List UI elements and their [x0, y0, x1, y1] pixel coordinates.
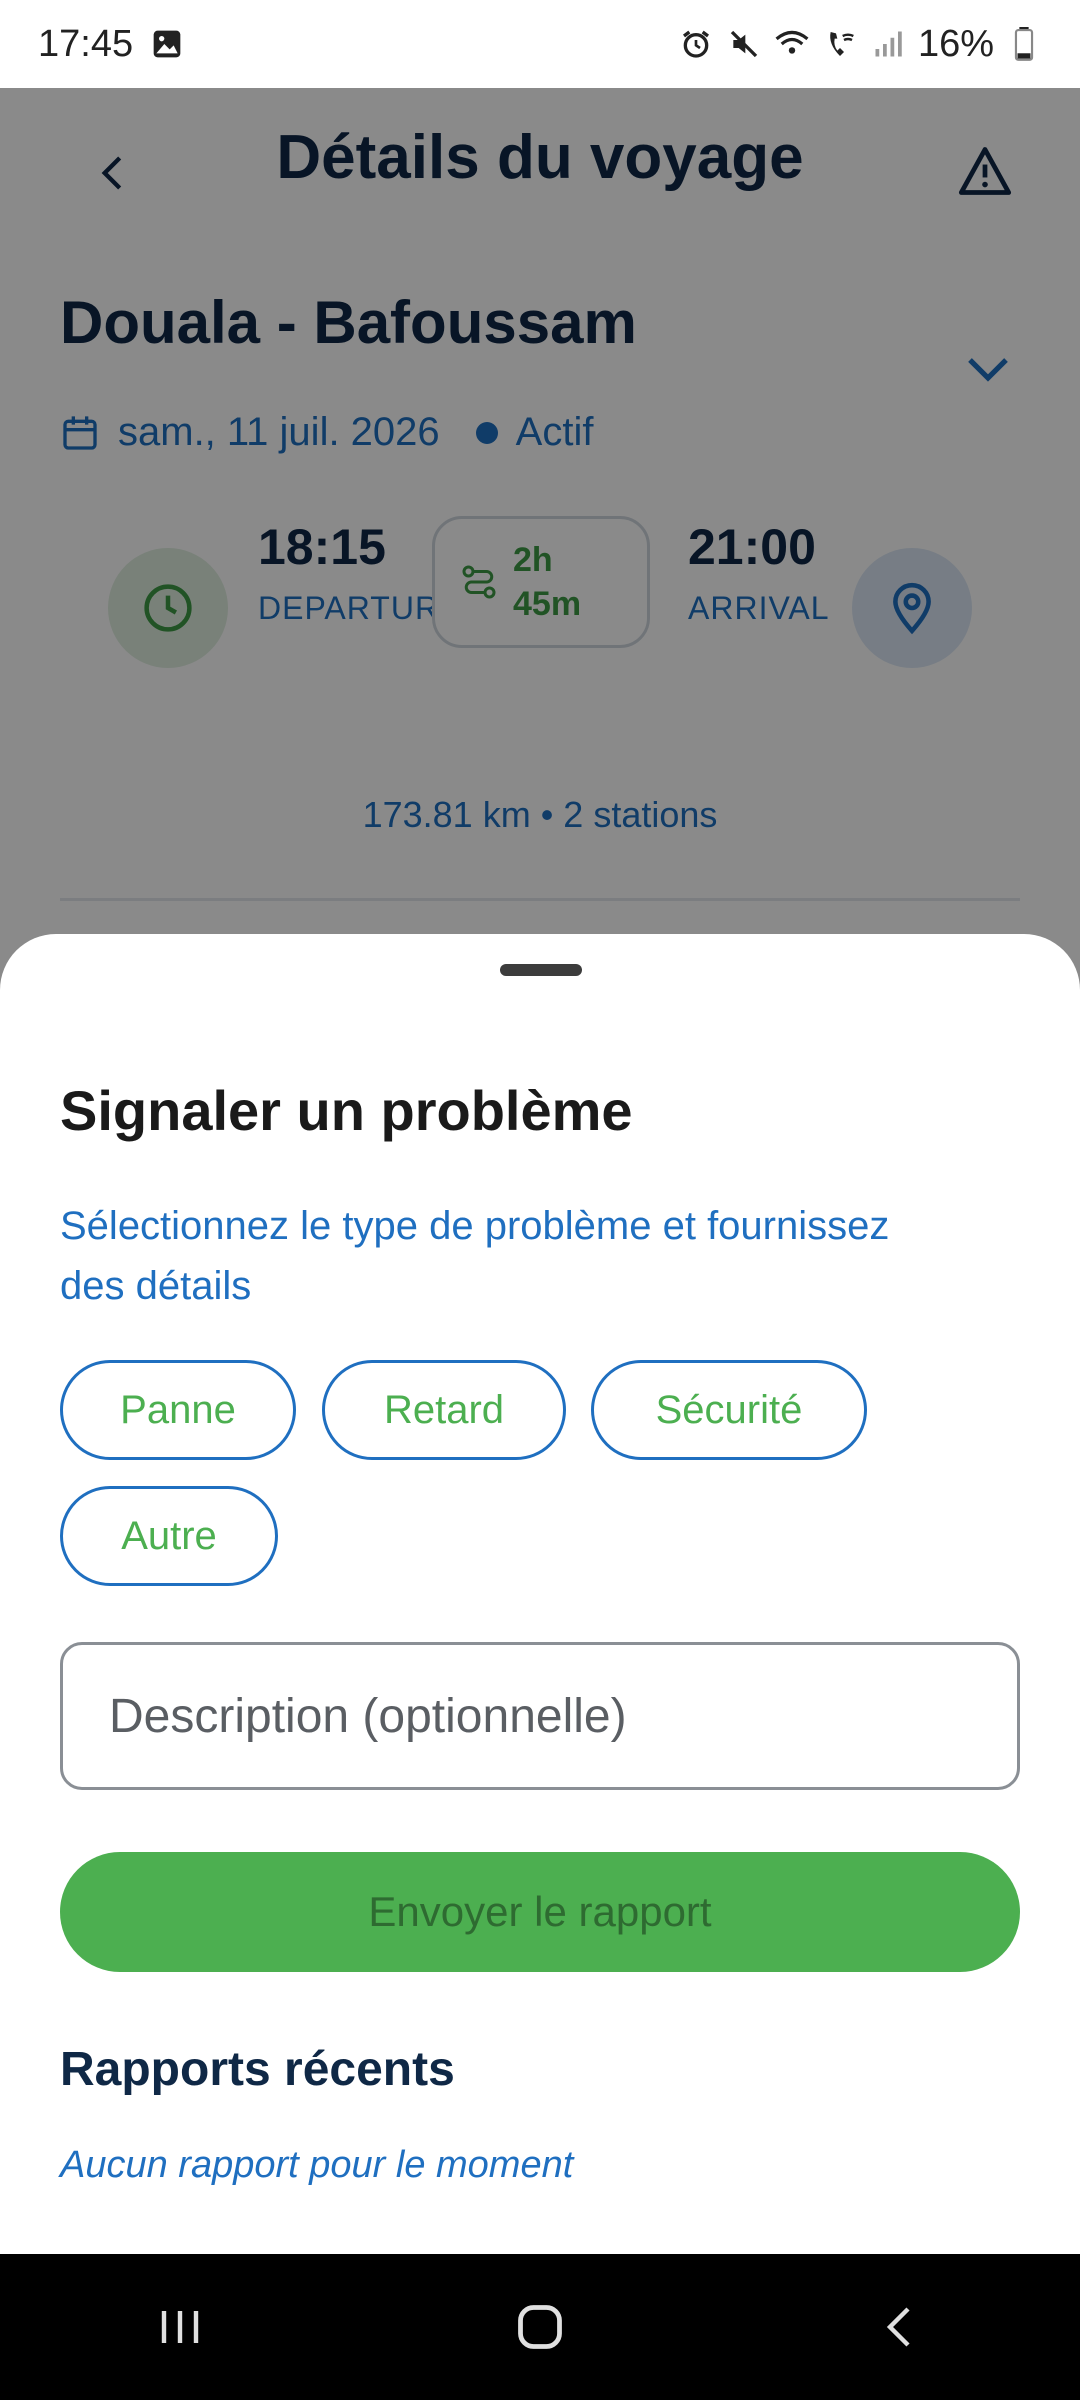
battery-icon: [1006, 26, 1042, 62]
status-left: 17:45: [38, 23, 185, 66]
chip-autre[interactable]: Autre: [60, 1486, 278, 1586]
chip-securite[interactable]: Sécurité: [591, 1360, 867, 1460]
wifi-icon: [774, 26, 810, 62]
status-right: 16%: [678, 23, 1042, 66]
sheet-subtitle: Sélectionnez le type de problème et four…: [60, 1204, 890, 1308]
gallery-notification-icon: [149, 26, 185, 62]
mute-icon: [726, 26, 762, 62]
send-report-button[interactable]: Envoyer le rapport: [60, 1852, 1020, 1972]
recent-apps-button[interactable]: [120, 2277, 240, 2377]
status-time: 17:45: [38, 22, 134, 65]
report-problem-sheet: Signaler un problème Sélectionnez le typ…: [0, 934, 1080, 2254]
status-bar: 17:45 16%: [0, 0, 1080, 88]
recent-reports-title: Rapports récents: [60, 2043, 455, 2096]
back-nav-button[interactable]: [840, 2277, 960, 2377]
home-icon: [518, 2305, 562, 2349]
chip-panne[interactable]: Panne: [60, 1360, 296, 1460]
home-button[interactable]: [480, 2277, 600, 2377]
alarm-icon: [678, 26, 714, 62]
recent-apps-icon: [161, 2311, 199, 2343]
description-input[interactable]: [60, 1642, 1020, 1790]
empty-reports-text: Aucun rapport pour le moment: [60, 2144, 574, 2186]
system-nav-bar: [0, 2254, 1080, 2400]
signal-icon: [870, 26, 906, 62]
battery-percent: 16%: [917, 22, 994, 65]
back-icon: [886, 2307, 910, 2347]
sheet-drag-handle[interactable]: [500, 964, 582, 976]
wifi-call-icon: [822, 26, 858, 62]
chip-retard[interactable]: Retard: [322, 1360, 566, 1460]
sheet-title: Signaler un problème: [60, 1079, 633, 1142]
